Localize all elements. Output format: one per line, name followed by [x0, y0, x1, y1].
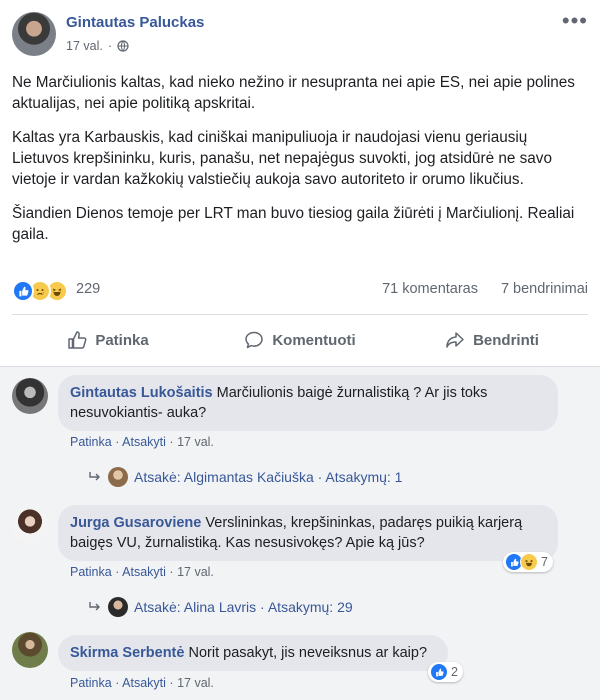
like-reaction-icon — [12, 280, 34, 302]
like-reaction-icon — [430, 663, 448, 681]
comment-reaction-count: 7 — [541, 555, 548, 569]
reply-arrow-icon — [89, 472, 100, 481]
post-paragraph: Ne Marčiulionis kaltas, kad nieko nežino… — [12, 74, 575, 112]
comment-bubble: Gintautas Lukošaitis Marčiulionis baigė … — [58, 375, 558, 431]
comment-like-link[interactable]: Patinka — [70, 435, 112, 449]
more-options-icon[interactable]: ••• — [562, 10, 588, 32]
comment-reply-link[interactable]: Atsakyti — [122, 565, 166, 579]
reply-summary: Atsakė: Alina Lavris · Atsakymų: 29 — [134, 599, 353, 615]
comment-actions: Patinka · Atsakyti · 17 val. — [70, 435, 214, 449]
reaction-summary: 229 71 komentaras 7 bendrinimai — [12, 280, 588, 302]
post-paragraph: Kaltas yra Karbauskis, kad ciniškai mani… — [12, 129, 552, 188]
replier-avatar — [108, 597, 128, 617]
reply-summary: Atsakė: Algimantas Kačiuška · Atsakymų: … — [134, 469, 403, 485]
share-count[interactable]: 7 bendrinimai — [501, 281, 588, 297]
comment-like-link[interactable]: Patinka — [70, 565, 112, 579]
commenter-avatar[interactable] — [12, 378, 48, 414]
share-label: Bendrinti — [473, 331, 539, 349]
haha-reaction-icon — [520, 553, 538, 571]
commenter-avatar[interactable] — [12, 507, 48, 543]
view-replies-link[interactable]: Atsakė: Alina Lavris · Atsakymų: 29 — [88, 597, 353, 617]
like-button[interactable]: Patinka — [12, 320, 204, 360]
post-text: Ne Marčiulionis kaltas, kad nieko nežino… — [12, 72, 588, 258]
comment-reaction-count: 2 — [451, 665, 458, 679]
commenter-avatar[interactable] — [12, 632, 48, 668]
comment-button[interactable]: Komentuoti — [204, 320, 396, 360]
post-paragraph: Šiandien Dienos temoje per LRT man buvo … — [12, 205, 575, 243]
share-icon — [446, 332, 464, 348]
comment-bubble: Skirma Serbentė Norit pasakyt, jis nevei… — [58, 635, 448, 671]
post-time[interactable]: 17 val. — [66, 39, 103, 53]
meta-separator: · — [107, 39, 113, 53]
comment-reactions[interactable]: 2 — [428, 662, 463, 682]
reply-arrow-icon — [89, 602, 100, 611]
comment-time[interactable]: 17 val. — [177, 565, 214, 579]
view-replies-link[interactable]: Atsakė: Algimantas Kačiuška · Atsakymų: … — [88, 467, 402, 487]
comment-icon — [245, 331, 264, 349]
comment-time[interactable]: 17 val. — [177, 435, 214, 449]
comment-label: Komentuoti — [272, 331, 356, 349]
globe-icon — [117, 40, 129, 52]
commenter-name[interactable]: Gintautas Lukošaitis — [70, 385, 213, 401]
comment-actions: Patinka · Atsakyti · 17 val. — [70, 565, 214, 579]
comment-reply-link[interactable]: Atsakyti — [122, 435, 166, 449]
comment-text: Norit pasakyt, jis neveiksnus ar kaip? — [188, 645, 428, 661]
comment-count[interactable]: 71 komentaras — [382, 281, 478, 297]
facebook-post: Gintautas Paluckas 17 val. · ••• Ne Marč… — [0, 0, 600, 700]
comment-reply-link[interactable]: Atsakyti — [122, 676, 166, 690]
commenter-name[interactable]: Skirma Serbentė — [70, 645, 184, 661]
divider — [12, 314, 588, 315]
share-button[interactable]: Bendrinti — [396, 320, 588, 360]
thumbs-up-icon — [68, 331, 87, 349]
post-meta: 17 val. · — [66, 39, 129, 53]
comment-like-link[interactable]: Patinka — [70, 676, 112, 690]
action-bar: Patinka Komentuoti Bendrinti — [12, 320, 588, 360]
comment-reactions[interactable]: 7 — [503, 552, 553, 572]
commenter-name[interactable]: Jurga Gusaroviene — [70, 515, 201, 531]
comment-time[interactable]: 17 val. — [177, 676, 214, 690]
like-label: Patinka — [95, 331, 149, 349]
replier-avatar — [108, 467, 128, 487]
author-avatar[interactable] — [12, 12, 56, 56]
comment-actions: Patinka · Atsakyti · 17 val. — [70, 676, 214, 690]
reaction-count[interactable]: 229 — [76, 281, 100, 297]
comment-bubble: Jurga Gusaroviene Verslininkas, krepšini… — [58, 505, 558, 561]
author-name[interactable]: Gintautas Paluckas — [66, 14, 204, 31]
reaction-icons[interactable] — [12, 280, 68, 302]
